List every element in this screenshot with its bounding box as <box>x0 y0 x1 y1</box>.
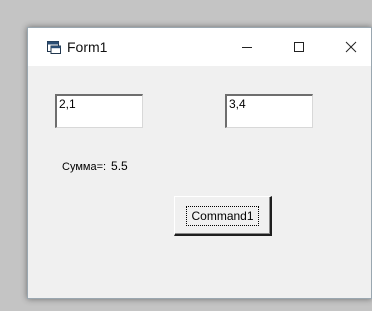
command1-button[interactable]: Command1 <box>174 196 272 236</box>
form-window: Form1 2,1 3,4 Сумма=: 5.5 Command1 <box>27 27 372 299</box>
text1-input[interactable]: 2,1 <box>55 94 143 128</box>
maximize-button[interactable] <box>276 28 322 66</box>
sum-label: Сумма=: <box>62 161 107 173</box>
sum-row: Сумма=: 5.5 <box>62 159 128 173</box>
title-bar[interactable]: Form1 <box>28 28 371 66</box>
minimize-icon <box>242 47 252 48</box>
minimize-button[interactable] <box>224 28 270 66</box>
window-title: Form1 <box>67 39 108 55</box>
close-icon <box>345 41 357 53</box>
close-button[interactable] <box>328 28 371 66</box>
command1-label: Command1 <box>186 205 259 226</box>
form-app-icon <box>47 41 61 54</box>
text2-input[interactable]: 3,4 <box>225 94 313 128</box>
sum-value: 5.5 <box>111 159 128 173</box>
maximize-icon <box>294 42 304 52</box>
